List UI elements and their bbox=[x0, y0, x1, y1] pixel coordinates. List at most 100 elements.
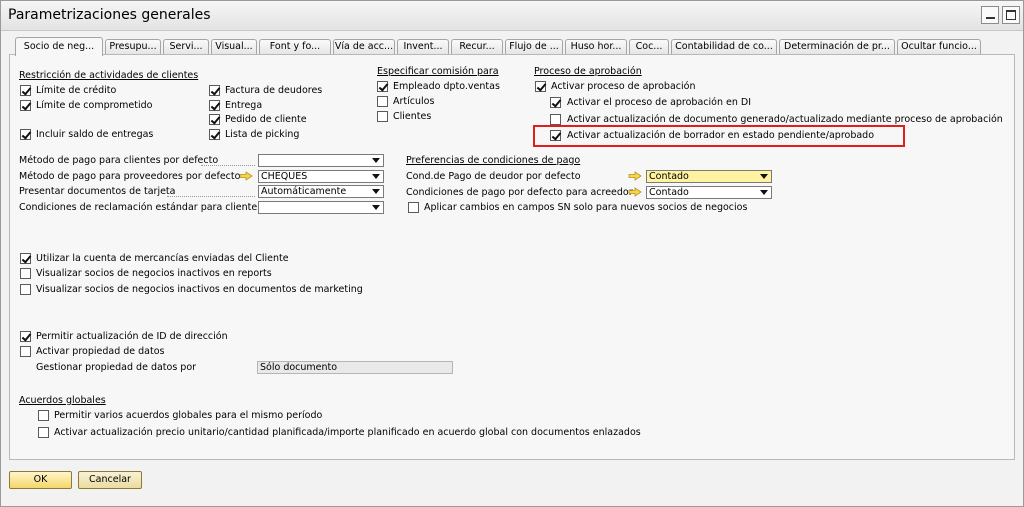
tab-determinacion-precios[interactable]: Determinación de pr... bbox=[779, 39, 895, 55]
metodo-clientes-select[interactable] bbox=[258, 154, 384, 167]
permitir-id-direccion-checkbox[interactable] bbox=[20, 331, 31, 342]
tab-contabilidad-costes[interactable]: Contabilidad de co... bbox=[671, 39, 777, 55]
tab-recursos[interactable]: Recur... bbox=[451, 39, 503, 55]
entrega-label: Entrega bbox=[225, 100, 263, 111]
articulos-checkbox[interactable] bbox=[377, 96, 388, 107]
lista-picking-label: Lista de picking bbox=[225, 129, 300, 140]
chevron-down-icon bbox=[372, 205, 380, 210]
activar-di-label: Activar el proceso de aprobación en DI bbox=[567, 97, 752, 108]
chevron-down-icon bbox=[372, 174, 380, 179]
utilizar-cuenta-checkbox[interactable] bbox=[20, 253, 31, 264]
limite-comprometido-label: Límite de comprometido bbox=[36, 100, 153, 111]
tab-font-fondo[interactable]: Font y fo... bbox=[259, 39, 331, 55]
dialog-window: Parametrizaciones generales Socio de neg… bbox=[0, 0, 1024, 507]
presentar-tarjeta-select[interactable]: Automáticamente bbox=[258, 185, 384, 198]
cond-acreedor-value: Contado bbox=[649, 187, 689, 198]
metodo-proveedores-label: Método de pago para proveedores por defe… bbox=[19, 171, 241, 182]
metodo-proveedores-select[interactable]: CHEQUES bbox=[258, 170, 384, 183]
visualizar-reports-label: Visualizar socios de negocios inactivos … bbox=[36, 268, 272, 279]
incluir-saldo-checkbox[interactable] bbox=[20, 129, 31, 140]
comision-header: Especificar comisión para bbox=[377, 66, 499, 77]
limite-comprometido-checkbox[interactable] bbox=[20, 100, 31, 111]
condiciones-reclamacion-select[interactable] bbox=[258, 201, 384, 214]
pedido-cliente-checkbox[interactable] bbox=[209, 114, 220, 125]
dotted-leader bbox=[167, 196, 255, 197]
chevron-down-icon bbox=[372, 158, 380, 163]
activar-precio-checkbox[interactable] bbox=[38, 427, 49, 438]
permitir-id-direccion-label: Permitir actualización de ID de direcció… bbox=[36, 331, 228, 342]
dotted-leader bbox=[201, 165, 255, 166]
lista-picking-checkbox[interactable] bbox=[209, 129, 220, 140]
visualizar-reports-checkbox[interactable] bbox=[20, 268, 31, 279]
link-arrow-icon[interactable] bbox=[628, 171, 642, 181]
tab-servicio[interactable]: Servi... bbox=[163, 39, 209, 55]
ok-button[interactable]: OK bbox=[9, 471, 72, 489]
preferencias-header: Preferencias de condiciones de pago bbox=[406, 155, 581, 166]
activar-di-checkbox[interactable] bbox=[550, 97, 561, 108]
factura-deudores-checkbox[interactable] bbox=[209, 85, 220, 96]
pedido-cliente-label: Pedido de cliente bbox=[225, 114, 307, 125]
clientes-checkbox[interactable] bbox=[377, 111, 388, 122]
tab-ocultar-funciones[interactable]: Ocultar funcio... bbox=[897, 39, 981, 55]
chevron-down-icon bbox=[760, 174, 768, 179]
incluir-saldo-label: Incluir saldo de entregas bbox=[36, 129, 154, 140]
metodo-clientes-label: Método de pago para clientes por defecto bbox=[19, 155, 219, 166]
presentar-tarjeta-label: Presentar documentos de tarjeta bbox=[19, 186, 176, 197]
cond-acreedor-label: Condiciones de pago por defecto para acr… bbox=[406, 187, 633, 198]
chevron-down-icon bbox=[760, 190, 768, 195]
metodo-proveedores-value: CHEQUES bbox=[261, 171, 308, 182]
restriccion-header: Restricción de actividades de clientes bbox=[19, 70, 199, 81]
acuerdos-header: Acuerdos globales bbox=[19, 395, 106, 406]
visualizar-marketing-checkbox[interactable] bbox=[20, 284, 31, 295]
cond-deudor-value: Contado bbox=[649, 171, 689, 182]
tab-presupuesto[interactable]: Presupu... bbox=[105, 39, 161, 55]
activar-propiedad-label: Activar propiedad de datos bbox=[36, 346, 165, 357]
red-highlight-box bbox=[533, 125, 905, 147]
tab-via-acceso[interactable]: Vía de acc... bbox=[333, 39, 395, 55]
empleado-ventas-label: Empleado dpto.ventas bbox=[393, 81, 500, 92]
activar-precio-label: Activar actualización precio unitario/ca… bbox=[54, 427, 641, 438]
tab-huso-horario[interactable]: Huso hor... bbox=[565, 39, 627, 55]
limite-credito-label: Límite de crédito bbox=[36, 85, 117, 96]
title-bar: Parametrizaciones generales bbox=[1, 1, 1023, 31]
tab-visualizacion[interactable]: Visual... bbox=[211, 39, 257, 55]
activar-proceso-checkbox[interactable] bbox=[535, 81, 546, 92]
permitir-varios-checkbox[interactable] bbox=[38, 410, 49, 421]
minimize-icon bbox=[986, 17, 995, 19]
window-title: Parametrizaciones generales bbox=[8, 7, 211, 23]
entrega-checkbox[interactable] bbox=[209, 100, 220, 111]
tab-flujo-caja[interactable]: Flujo de ... bbox=[505, 39, 563, 55]
cond-deudor-label: Cond.de Pago de deudor por defecto bbox=[406, 171, 581, 182]
utilizar-cuenta-label: Utilizar la cuenta de mercancías enviada… bbox=[36, 253, 289, 264]
link-arrow-icon[interactable] bbox=[239, 171, 253, 181]
activar-proceso-label: Activar proceso de aprobación bbox=[551, 81, 696, 92]
tab-cockpit[interactable]: Coc... bbox=[629, 39, 669, 55]
permitir-varios-label: Permitir varios acuerdos globales para e… bbox=[54, 410, 323, 421]
condiciones-reclamacion-label: Condiciones de reclamación estándar para… bbox=[19, 202, 258, 213]
limite-credito-checkbox[interactable] bbox=[20, 85, 31, 96]
minimize-button[interactable] bbox=[981, 6, 999, 24]
empleado-ventas-checkbox[interactable] bbox=[377, 81, 388, 92]
visualizar-marketing-label: Visualizar socios de negocios inactivos … bbox=[36, 284, 363, 295]
factura-deudores-label: Factura de deudores bbox=[225, 85, 323, 96]
clientes-label: Clientes bbox=[393, 111, 432, 122]
gestionar-propiedad-label: Gestionar propiedad de datos por bbox=[36, 362, 197, 373]
presentar-tarjeta-value: Automáticamente bbox=[261, 186, 347, 197]
aplicar-cambios-label: Aplicar cambios en campos SN solo para n… bbox=[424, 202, 748, 213]
tab-inventario[interactable]: Invent... bbox=[397, 39, 449, 55]
link-arrow-icon[interactable] bbox=[628, 187, 642, 197]
chevron-down-icon bbox=[372, 189, 380, 194]
maximize-button[interactable] bbox=[1002, 6, 1020, 24]
aprobacion-header: Proceso de aprobación bbox=[534, 66, 642, 77]
articulos-label: Artículos bbox=[393, 96, 435, 107]
activar-propiedad-checkbox[interactable] bbox=[20, 346, 31, 357]
activar-actualizacion-doc-label: Activar actualización de documento gener… bbox=[567, 114, 1003, 125]
aplicar-cambios-checkbox[interactable] bbox=[408, 202, 419, 213]
cancel-button[interactable]: Cancelar bbox=[78, 471, 142, 489]
gestionar-propiedad-field: Sólo documento bbox=[257, 361, 453, 374]
maximize-icon bbox=[1006, 10, 1016, 20]
cond-deudor-select[interactable]: Contado bbox=[646, 170, 772, 183]
tab-socio-negocios[interactable]: Socio de neg... bbox=[15, 37, 103, 56]
activar-actualizacion-doc-checkbox[interactable] bbox=[550, 114, 561, 125]
cond-acreedor-select[interactable]: Contado bbox=[646, 186, 772, 199]
